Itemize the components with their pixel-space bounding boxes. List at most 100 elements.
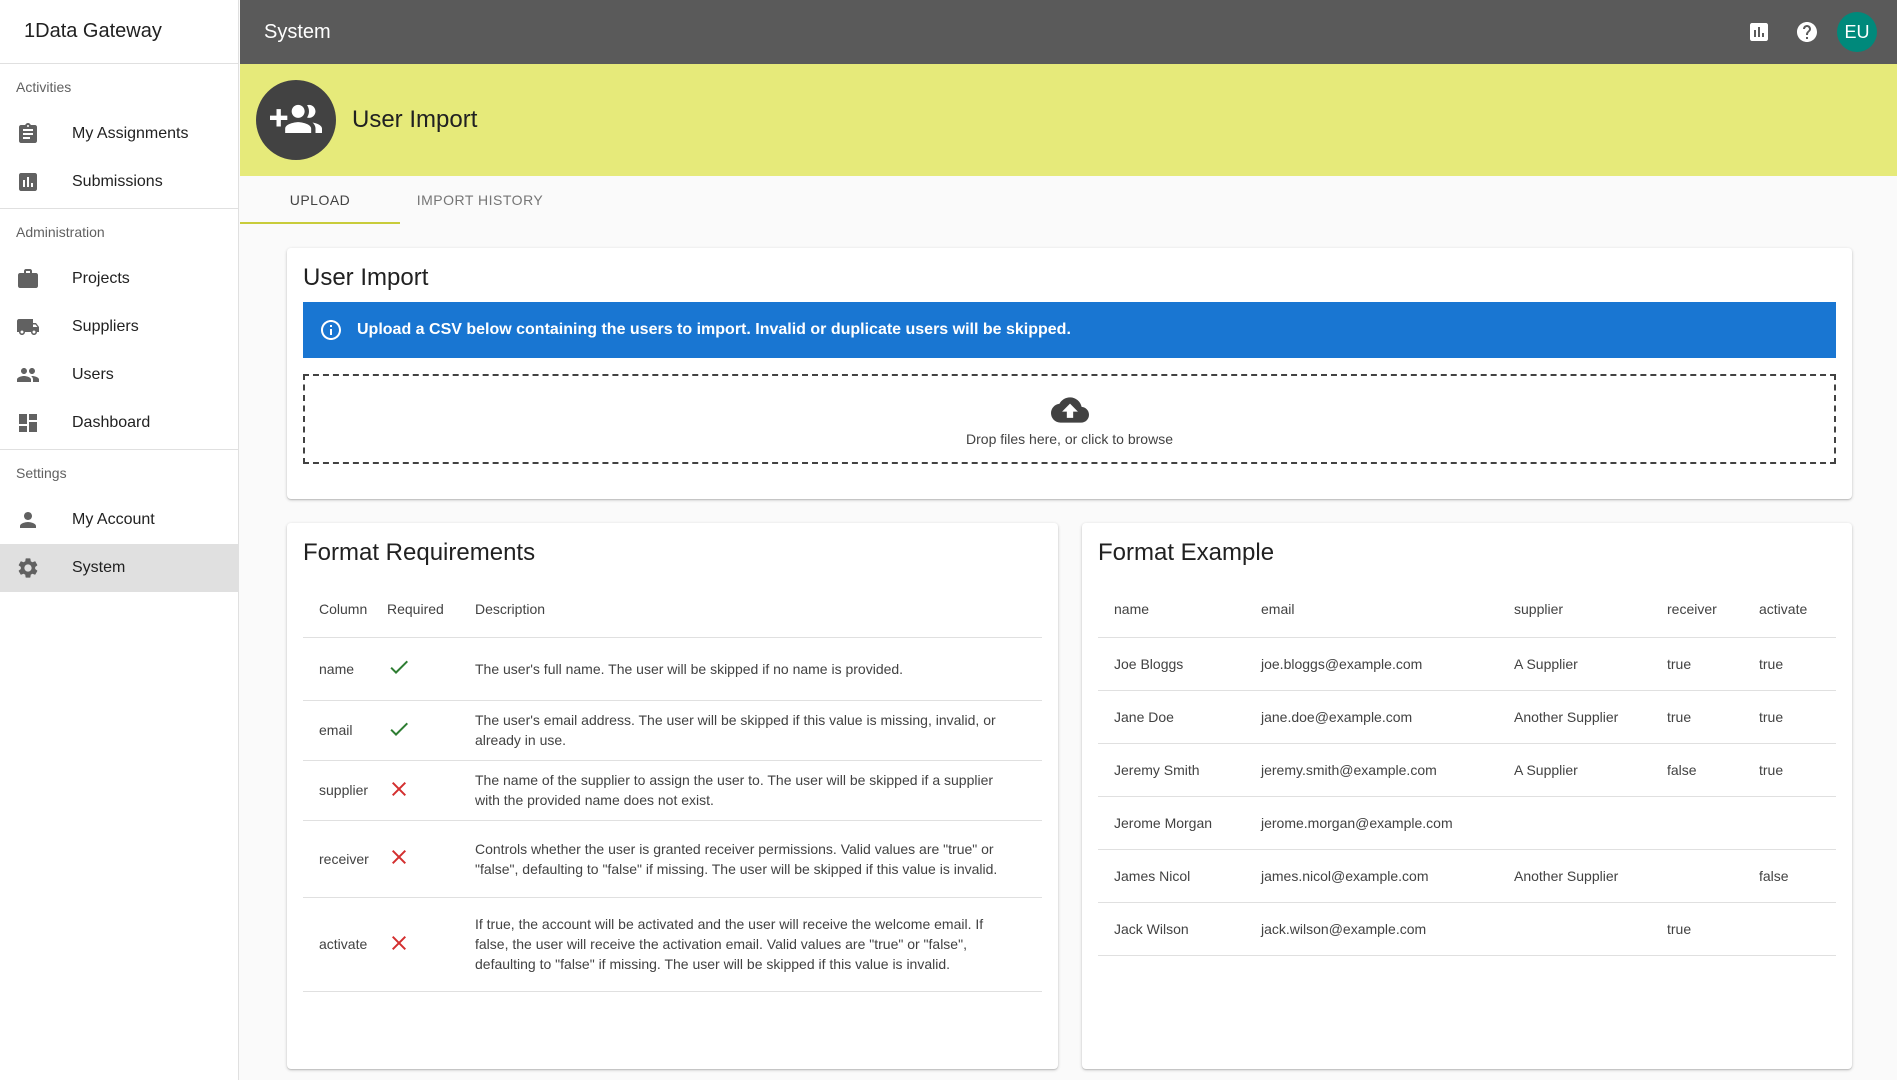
table-row: Jack Wilson jack.wilson@example.com true xyxy=(1098,902,1836,955)
table-row: activate If true, the account will be ac… xyxy=(303,897,1042,991)
table-row: James Nicol james.nicol@example.com Anot… xyxy=(1098,849,1836,902)
cell-name: James Nicol xyxy=(1114,867,1191,884)
sidebar-item-label: System xyxy=(72,559,126,576)
cell-name: Jeremy Smith xyxy=(1114,761,1200,778)
info-icon xyxy=(321,320,341,340)
sidebar-item-system[interactable]: System xyxy=(0,544,238,592)
cell-activate xyxy=(1743,902,1836,955)
truck-icon xyxy=(16,315,40,339)
sidebar-item-label: Projects xyxy=(72,270,130,287)
table-row: receiver Controls whether the user is gr… xyxy=(303,820,1042,897)
sidebar-section-administration: Administration xyxy=(16,224,105,240)
cell-supplier: Another Supplier xyxy=(1514,867,1619,884)
info-text: Upload a CSV below containing the users … xyxy=(357,321,1071,338)
cell-activate: true xyxy=(1759,761,1784,778)
column-description: The user's full name. The user will be s… xyxy=(475,660,904,677)
cell-name: Jane Doe xyxy=(1114,708,1174,725)
user-import-card: User Import Upload a CSV below containin… xyxy=(287,248,1852,499)
help-button[interactable] xyxy=(1789,14,1825,50)
cell-receiver: true xyxy=(1667,920,1692,937)
column-name: activate xyxy=(319,936,368,952)
reports-button[interactable] xyxy=(1741,14,1777,50)
cell-supplier: A Supplier xyxy=(1514,655,1578,672)
sidebar-item-label: My Assignments xyxy=(72,125,189,142)
sidebar-item-label: Submissions xyxy=(72,173,163,190)
column-header: Description xyxy=(475,600,546,617)
column-name: name xyxy=(319,660,355,677)
column-header: Column xyxy=(319,600,368,617)
close-icon xyxy=(371,897,459,991)
cell-email: jane.doe@example.com xyxy=(1261,708,1413,725)
sidebar-section-activities: Activities xyxy=(16,79,72,95)
sidebar-item-users[interactable]: Users xyxy=(0,351,238,399)
cell-activate: true xyxy=(1759,708,1784,725)
table-row: Joe Bloggs joe.bloggs@example.com A Supp… xyxy=(1098,637,1836,690)
page-banner: User Import xyxy=(240,64,1897,176)
people-icon xyxy=(16,363,40,387)
check-icon xyxy=(371,637,459,700)
file-dropzone[interactable]: Drop files here, or click to browse xyxy=(303,374,1836,464)
user-avatar[interactable]: EU xyxy=(1837,12,1877,52)
cell-supplier xyxy=(1498,796,1651,849)
sidebar-item-dashboard[interactable]: Dashboard xyxy=(0,399,238,447)
tab-import-history[interactable]: IMPORT HISTORY xyxy=(400,176,560,224)
column-description: Controls whether the user is granted rec… xyxy=(475,840,998,877)
topbar-actions: EU xyxy=(1729,0,1877,64)
column-description: If true, the account will be activated a… xyxy=(475,916,984,972)
sidebar-item-my-assignments[interactable]: My Assignments xyxy=(0,110,238,158)
column-description: The name of the supplier to assign the u… xyxy=(475,772,994,808)
person-icon xyxy=(16,508,40,532)
cell-receiver: true xyxy=(1667,708,1692,725)
cell-email: james.nicol@example.com xyxy=(1261,867,1429,884)
card-title: Format Example xyxy=(1098,539,1275,566)
assignment-icon xyxy=(16,122,40,146)
column-name: email xyxy=(319,722,353,738)
cell-receiver: true xyxy=(1667,655,1692,672)
card-title: User Import xyxy=(303,264,429,291)
sidebar: 1Data Gateway Activities My Assignments … xyxy=(0,0,239,1080)
cell-supplier: Another Supplier xyxy=(1514,708,1619,725)
column-header: receiver xyxy=(1667,600,1717,617)
dropzone-label: Drop files here, or click to browse xyxy=(966,431,1173,447)
sidebar-item-my-account[interactable]: My Account xyxy=(0,496,238,544)
page-title: System xyxy=(264,20,331,43)
gear-icon xyxy=(16,556,40,580)
table-header-row: name email supplier receiver activate xyxy=(1098,581,1836,637)
close-icon xyxy=(371,820,459,897)
cell-email: joe.bloggs@example.com xyxy=(1261,655,1423,672)
sidebar-item-label: Users xyxy=(72,366,114,383)
cell-supplier: A Supplier xyxy=(1514,761,1578,778)
column-header: supplier xyxy=(1514,600,1564,617)
app-brand: 1Data Gateway xyxy=(0,0,238,64)
cell-activate: true xyxy=(1759,655,1784,672)
requirements-table: Column Required Description name The use… xyxy=(303,581,1042,992)
help-icon xyxy=(1797,22,1817,42)
cell-receiver xyxy=(1651,796,1743,849)
sidebar-item-projects[interactable]: Projects xyxy=(0,255,238,303)
column-header: email xyxy=(1261,600,1295,617)
tab-upload[interactable]: UPLOAD xyxy=(240,176,400,224)
column-name: supplier xyxy=(319,782,369,798)
format-requirements-card: Format Requirements Column Required Desc… xyxy=(287,523,1058,1069)
cell-email: jerome.morgan@example.com xyxy=(1261,814,1453,831)
sidebar-item-submissions[interactable]: Submissions xyxy=(0,158,238,206)
table-row: Jeremy Smith jeremy.smith@example.com A … xyxy=(1098,743,1836,796)
cloud-upload-icon xyxy=(1050,397,1089,423)
sidebar-section-settings: Settings xyxy=(16,465,67,481)
format-example-card: Format Example name email supplier recei… xyxy=(1082,523,1852,1069)
column-header: name xyxy=(1114,600,1150,617)
sidebar-item-suppliers[interactable]: Suppliers xyxy=(0,303,238,351)
bar-chart-icon xyxy=(16,170,40,194)
cell-email: jeremy.smith@example.com xyxy=(1261,761,1437,778)
dashboard-icon xyxy=(16,411,40,435)
table-header-row: Column Required Description xyxy=(303,581,1042,637)
cell-name: Jack Wilson xyxy=(1114,920,1189,937)
group-add-icon xyxy=(256,80,336,160)
table-row: supplier The name of the supplier to ass… xyxy=(303,760,1042,820)
cell-receiver xyxy=(1651,849,1743,902)
table-row: name The user's full name. The user will… xyxy=(303,637,1042,700)
column-header: Required xyxy=(387,600,444,617)
check-icon xyxy=(371,700,459,760)
cell-supplier xyxy=(1498,902,1651,955)
briefcase-icon xyxy=(16,267,40,291)
